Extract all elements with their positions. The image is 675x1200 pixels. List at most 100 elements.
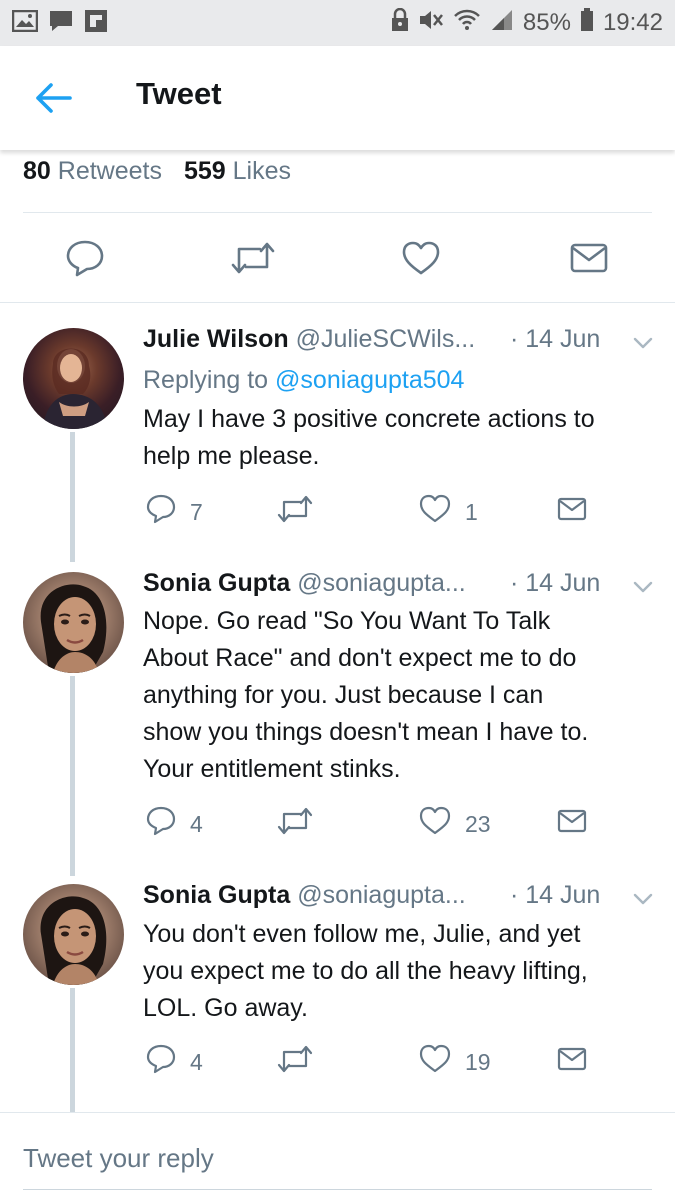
author-handle[interactable]: @soniagupta... <box>297 569 466 597</box>
back-arrow-icon <box>34 83 74 120</box>
retweets-count: 80 <box>23 157 51 185</box>
like-button[interactable]: 1 <box>419 494 478 530</box>
chevron-down-icon <box>632 893 654 910</box>
likes-label: Likes <box>232 157 292 185</box>
back-button[interactable] <box>34 80 74 116</box>
avatar[interactable] <box>23 572 124 673</box>
thread-connector <box>70 432 75 562</box>
tweet-action-bar <box>0 235 675 285</box>
tweet-menu-button[interactable] <box>632 892 654 906</box>
share-icon <box>570 243 608 278</box>
tweet-stats: 80 Retweets 559 Likes <box>23 157 291 186</box>
like-button[interactable]: 19 <box>419 1044 491 1080</box>
like-count: 19 <box>465 1048 491 1075</box>
retweets-label: Retweets <box>57 157 162 185</box>
thread-connector <box>70 676 75 876</box>
replying-to: Replying to @soniagupta504 <box>143 366 464 395</box>
replying-prefix: Replying to <box>143 366 269 394</box>
retweet-button[interactable] <box>276 495 314 529</box>
mention-link[interactable]: @soniagupta504 <box>275 366 464 394</box>
reply-header: Sonia Gupta @soniagupta... <box>143 569 466 598</box>
tweet-text: May I have 3 positive concrete actions t… <box>143 401 663 475</box>
mute-icon <box>418 8 444 39</box>
reply-button[interactable] <box>60 235 110 285</box>
flipboard-icon <box>84 9 108 38</box>
share-icon <box>557 809 587 839</box>
like-count: 1 <box>465 498 478 525</box>
tweet-text-line: May I have 3 positive concrete actions t… <box>143 405 595 433</box>
likes-link[interactable]: 559 Likes <box>184 157 291 185</box>
author-name[interactable]: Julie Wilson <box>143 325 289 353</box>
share-button[interactable] <box>557 497 587 527</box>
retweet-button[interactable] <box>276 1045 314 1079</box>
tweet-text: Nope. Go read "So You Want To Talk About… <box>143 603 663 788</box>
reply-icon <box>65 239 105 282</box>
reply-count: 4 <box>190 810 203 837</box>
chat-icon <box>48 9 74 38</box>
share-button[interactable] <box>557 1047 587 1077</box>
tweet-date: · 14 Jun <box>510 325 601 353</box>
like-icon <box>419 1044 451 1080</box>
reply-header: Sonia Gupta @soniagupta... <box>143 881 466 910</box>
author-name[interactable]: Sonia Gupta <box>143 881 290 909</box>
reply-button[interactable]: 4 <box>146 1044 203 1080</box>
like-icon <box>419 806 451 842</box>
author-handle[interactable]: @JulieSCWils... <box>296 325 476 353</box>
reply-input[interactable]: Tweet your reply <box>0 1113 675 1200</box>
wifi-icon <box>453 8 481 39</box>
tweet-text-line: You don't even follow me, Julie, and yet <box>143 920 581 948</box>
share-button[interactable] <box>564 235 614 285</box>
tweet-text-line: Your entitlement stinks. <box>143 755 401 783</box>
reply-icon <box>146 1044 176 1080</box>
tweet-text-line: anything for you. Just because I can <box>143 681 544 709</box>
tweet-text-line: Nope. Go read "So You Want To Talk <box>143 607 551 635</box>
tweet-text-line: About Race" and don't expect me to do <box>143 644 577 672</box>
author-handle[interactable]: @soniagupta... <box>297 881 466 909</box>
avatar[interactable] <box>23 328 124 429</box>
like-button[interactable]: 23 <box>419 806 491 842</box>
retweet-icon <box>276 1045 314 1079</box>
tweet-menu-button[interactable] <box>632 336 654 350</box>
share-icon <box>557 497 587 527</box>
reply-button[interactable]: 7 <box>146 494 203 530</box>
status-system: 85% 19:42 <box>391 7 663 39</box>
retweet-icon <box>276 807 314 841</box>
tweet-menu-button[interactable] <box>632 580 654 594</box>
like-button[interactable] <box>396 235 446 285</box>
battery-icon <box>580 7 594 39</box>
reply-placeholder: Tweet your reply <box>23 1143 214 1173</box>
tweet-date: · 14 Jun <box>510 569 601 597</box>
battery-percent: 85% <box>522 9 571 36</box>
retweet-icon <box>230 241 276 280</box>
app-header: Tweet <box>0 46 675 150</box>
tweet-text-line: help me please. <box>143 442 320 470</box>
status-notifications <box>11 9 108 38</box>
retweet-icon <box>276 495 314 529</box>
tweet-text-line: LOL. Go away. <box>143 994 308 1022</box>
input-underline <box>23 1189 652 1190</box>
like-count: 23 <box>465 810 491 837</box>
reply-button[interactable]: 4 <box>146 806 203 839</box>
share-icon <box>557 1047 587 1077</box>
tweet-text-line: you expect me to do all the heavy liftin… <box>143 957 588 985</box>
likes-count: 559 <box>183 157 226 185</box>
reply-header: Julie Wilson @JulieSCWils... <box>143 325 475 354</box>
retweets-link[interactable]: 80 Retweets <box>23 157 162 185</box>
author-name[interactable]: Sonia Gupta <box>143 569 290 597</box>
lock-icon <box>391 7 409 39</box>
signal-icon <box>490 8 514 39</box>
tweet-date: · 14 Jun <box>510 881 601 909</box>
chevron-down-icon <box>632 581 654 598</box>
reply-icon <box>146 494 176 530</box>
share-button[interactable] <box>557 809 587 839</box>
chevron-down-icon <box>632 337 654 354</box>
like-icon <box>401 240 441 281</box>
avatar[interactable] <box>23 884 124 985</box>
divider <box>0 302 675 303</box>
like-icon <box>419 494 451 530</box>
retweet-button[interactable] <box>228 235 278 285</box>
thread-connector <box>70 988 75 1112</box>
retweet-button[interactable] <box>276 807 314 841</box>
page-title: Tweet <box>136 76 222 111</box>
status-bar: 85% 19:42 <box>0 0 675 46</box>
